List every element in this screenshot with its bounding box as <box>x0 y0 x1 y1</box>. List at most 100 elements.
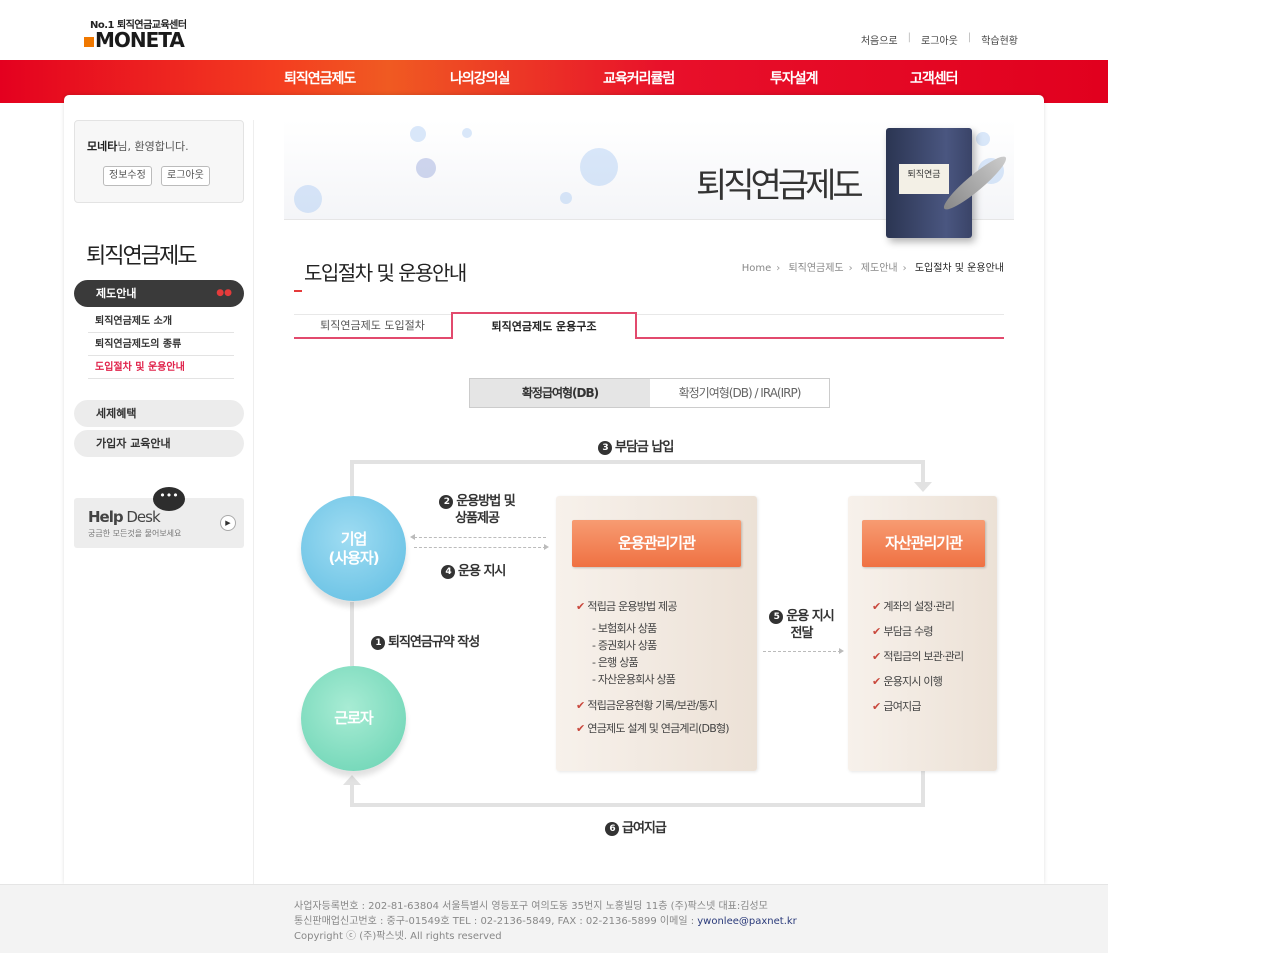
logout-link[interactable]: 로그아웃 <box>911 32 968 47</box>
employer-circle: 기업 (사용자) <box>301 496 406 601</box>
asset-manager-box: 자산관리기관 ✔ 계좌의 설정·관리 ✔ 부담금 수령 ✔ 적립금의 보관·관리 ✔ 운… <box>848 496 997 771</box>
page-title: 도입절차 및 운용안내 <box>294 257 467 292</box>
tab-procedure[interactable]: 퇴직연금제도 도입절차 <box>294 315 451 337</box>
flow-line-top <box>350 460 925 464</box>
arrow-right-icon <box>839 648 844 654</box>
title-accent <box>294 290 302 292</box>
step1-label: 1 퇴직연금규약 작성 <box>371 631 480 650</box>
gnb-item-curriculum[interactable]: 교육커리큘럼 <box>603 68 675 88</box>
book-icon: 퇴직연금 <box>886 128 972 238</box>
helpdesk-banner[interactable]: ••• Help Desk 궁금한 모든것을 물어보세요 ▶ <box>74 487 244 548</box>
list-item: - 자산운용회사 상품 <box>592 673 676 686</box>
logo-text: MONETA <box>84 28 185 52</box>
breadcrumb-pension[interactable]: 퇴직연금제도 <box>788 263 843 274</box>
sidebar-item-tax[interactable]: 세제혜택 <box>74 400 244 427</box>
welcome-box: 모네타님, 환영합니다. 정보수정 로그아웃 <box>74 120 244 203</box>
gnb-item-customer[interactable]: 고객센터 <box>910 68 959 88</box>
check-icon: ✔ <box>576 699 585 712</box>
gnb-item-investment[interactable]: 투자설계 <box>770 68 819 88</box>
operations-manager-title: 운용관리기관 <box>572 520 741 567</box>
check-icon: ✔ <box>872 625 881 638</box>
list-item: - 보험회사 상품 <box>592 622 657 635</box>
learning-status-link[interactable]: 학습현황 <box>971 32 1028 47</box>
chevron-right-icon: › <box>848 263 853 274</box>
plan-type-toggle: 확정급여형(DB) 확정기여형(DB) / IRA(IRP) <box>469 378 830 408</box>
decor-bubble <box>462 128 472 138</box>
step6-label: 6 급여지급 <box>605 817 667 836</box>
decor-bubble <box>580 148 618 186</box>
footer-company-info: 사업자등록번호 : 202-81-63804 서울특별시 영등포구 여의도동 3… <box>294 901 768 912</box>
flow-line <box>350 784 354 807</box>
gnb-item-pension[interactable]: 퇴직연금제도 <box>284 68 356 88</box>
home-link[interactable]: 처음으로 <box>851 32 908 47</box>
sidebar-subitem-types[interactable]: 퇴직연금제도의 종류 <box>88 333 234 356</box>
step-number: 5 <box>769 610 784 624</box>
tab-underline <box>294 337 1004 339</box>
check-icon: ✔ <box>872 675 881 688</box>
helpdesk-title: Help Desk <box>88 508 161 526</box>
decor-bubble <box>416 158 436 178</box>
step3-label: 3 부담금 납입 <box>598 436 674 455</box>
sidebar-subitem-procedure[interactable]: 도입절차 및 운용안내 <box>88 356 234 379</box>
list-item: - 은행 상품 <box>592 656 639 669</box>
list-item: - 증권회사 상품 <box>592 639 657 652</box>
flow-line-bottom <box>350 803 925 807</box>
step-number: 1 <box>371 636 385 650</box>
list-item: ✔ 계좌의 설정·관리 <box>872 600 955 613</box>
asset-manager-title: 자산관리기관 <box>862 520 985 567</box>
welcome-message: 모네타님, 환영합니다. <box>87 140 189 153</box>
moneta-logo[interactable]: No.1 퇴직연금교육센터 MONETA <box>84 16 200 52</box>
flow-line-vertical <box>350 602 354 666</box>
decor-bubble <box>976 132 990 146</box>
flow-line <box>921 460 925 483</box>
step-number: 4 <box>441 565 455 579</box>
dashed-line <box>763 651 841 652</box>
toggle-dc-irp[interactable]: 확정기여형(DB) / IRA(IRP) <box>650 379 829 407</box>
logo-square-icon <box>84 37 94 47</box>
step2-label: 2 운용방법 및 상품제공 <box>432 493 522 527</box>
check-icon: ✔ <box>576 600 585 613</box>
dashed-line <box>414 547 546 548</box>
arrow-left-icon <box>410 534 415 540</box>
list-item: ✔ 운용지시 이행 <box>872 675 943 688</box>
footer-email-link[interactable]: ywonlee@paxnet.kr <box>697 916 797 927</box>
footer-contact-info: 통신판매업신고번호 : 중구-01549호 TEL : 02-2136-5849… <box>294 916 797 927</box>
breadcrumb-home[interactable]: Home <box>742 263 772 274</box>
list-item: ✔ 연금제도 설계 및 연금계리(DB형) <box>576 722 730 735</box>
step-number: 6 <box>605 822 619 836</box>
check-icon: ✔ <box>872 600 881 613</box>
check-icon: ✔ <box>872 700 881 713</box>
arrow-right-icon <box>544 544 549 550</box>
breadcrumb-guide[interactable]: 제도안내 <box>861 263 898 274</box>
sidebar-item-education[interactable]: 가입자 교육안내 <box>74 430 244 457</box>
toggle-db[interactable]: 확정급여형(DB) <box>470 379 650 407</box>
edit-info-button[interactable]: 정보수정 <box>103 166 152 186</box>
play-arrow-icon: ▶ <box>220 515 236 531</box>
sidebar-item-system-guide[interactable]: 제도안내 ●● <box>74 280 244 307</box>
logout-button[interactable]: 로그아웃 <box>161 166 210 186</box>
chevron-right-icon: › <box>902 263 907 274</box>
gnb-item-my-class[interactable]: 나의강의실 <box>450 68 510 88</box>
footer: 사업자등록번호 : 202-81-63804 서울특별시 영등포구 여의도동 3… <box>0 884 1108 953</box>
footer-copyright: Copyright ⓒ (주)팍스넷. All rights reserved <box>294 931 502 942</box>
list-item: ✔ 적립금 운용방법 제공 <box>576 600 678 613</box>
top-links: 처음으로 | 로그아웃 | 학습현황 <box>851 32 1028 47</box>
step5-label: 5 운용 지시 전달 <box>764 608 839 642</box>
decor-bubble <box>560 192 572 204</box>
arrow-up-icon <box>343 775 361 785</box>
list-item: ✔ 적립금의 보관·관리 <box>872 650 964 663</box>
employee-circle: 근로자 <box>301 666 406 771</box>
list-item: ✔ 부담금 수령 <box>872 625 934 638</box>
check-icon: ✔ <box>872 650 881 663</box>
flow-line <box>921 771 925 807</box>
flow-line <box>350 460 354 496</box>
step-number: 3 <box>598 441 612 455</box>
decor-bubble <box>294 185 322 213</box>
list-item: ✔ 적립금운용현황 기록/보관/통지 <box>576 699 718 712</box>
tab-structure[interactable]: 퇴직연금제도 운용구조 <box>451 312 637 339</box>
sidebar-subitem-intro[interactable]: 퇴직연금제도 소개 <box>88 310 234 333</box>
dashed-line <box>414 537 546 538</box>
step-number: 2 <box>439 495 454 509</box>
book-label: 퇴직연금 <box>899 164 949 194</box>
step4-label: 4 운용 지시 <box>441 560 506 579</box>
